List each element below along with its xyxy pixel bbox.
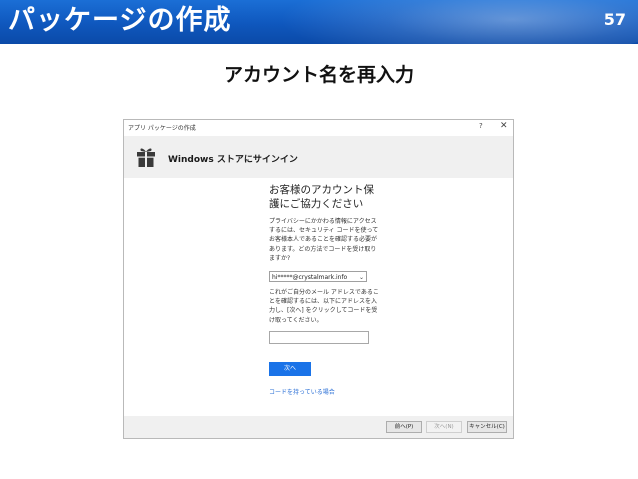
next-button[interactable]: 次へ — [269, 361, 311, 376]
footer-prev-button[interactable]: 前へ(P) — [386, 421, 422, 433]
footer-next-button[interactable]: 次へ(N) — [426, 421, 462, 433]
close-button[interactable]: ✕ — [500, 121, 508, 131]
chevron-down-icon: ⌄ — [358, 274, 364, 282]
account-select[interactable]: hi*****@crystalmark.info ⌄ — [269, 271, 367, 283]
dialog-footer: 前へ(P) 次へ(N) キャンセル(C) — [124, 416, 513, 438]
page-number: 57 — [603, 10, 626, 29]
gift-icon — [137, 148, 155, 167]
header-highlight — [260, 0, 638, 44]
form-description: プライバシーにかかわる情報にアクセスするには、セキュリティ コードを使ってお客様… — [269, 218, 379, 262]
window-titlebar: アプリ パッケージの作成 ? ✕ — [124, 120, 513, 136]
signin-banner: Windows ストアにサインイン — [124, 136, 513, 178]
form-instruction: これがご自分のメール アドレスであることを確認するには、以下にアドレスを入力し、… — [269, 289, 379, 324]
help-button[interactable]: ? — [479, 122, 483, 130]
footer-cancel-button[interactable]: キャンセル(C) — [467, 421, 507, 433]
account-select-value: hi*****@crystalmark.info — [272, 274, 348, 282]
slide-title: パッケージの作成 — [8, 5, 232, 36]
email-input[interactable] — [269, 330, 369, 344]
slide-subtitle: アカウント名を再入力 — [223, 64, 414, 86]
banner-title: Windows ストアにサインイン — [168, 155, 298, 165]
window-title: アプリ パッケージの作成 — [128, 125, 196, 132]
signin-form: お客様のアカウント保護にご協力ください プライバシーにかかわる情報にアクセスする… — [269, 183, 379, 396]
slide-header: パッケージの作成 57 — [0, 0, 638, 44]
have-code-link[interactable]: コードを持っている場合 — [269, 387, 379, 396]
form-heading: お客様のアカウント保護にご協力ください — [269, 184, 374, 210]
dialog-window: アプリ パッケージの作成 ? ✕ Windows ストアにサインイン お客様のア… — [123, 119, 514, 439]
